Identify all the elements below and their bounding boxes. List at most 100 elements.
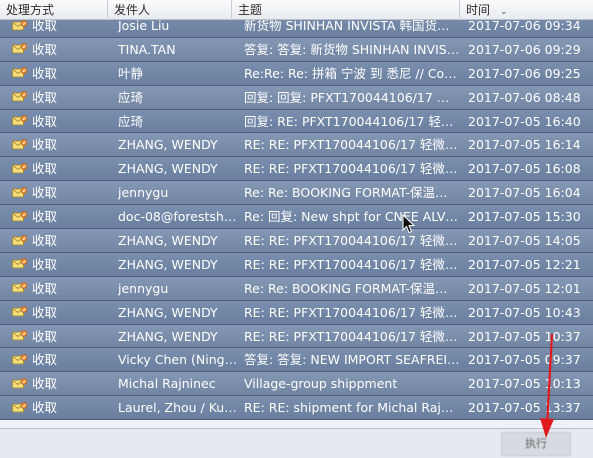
row-action: 收取 <box>32 113 58 129</box>
row-action: 收取 <box>32 400 58 416</box>
table-row[interactable]: 收取 ZHANG, WENDY RE: RE: PFXT170044106/17 轻… <box>0 229 593 253</box>
row-sender: 叶静 <box>118 65 144 81</box>
row-time: 2017-07-05 14:05 <box>468 233 581 249</box>
row-time: 2017-07-05 10:43 <box>468 304 581 320</box>
column-header-action-label: 处理方式 <box>6 3 55 17</box>
mail-receive-icon <box>12 330 27 342</box>
row-action: 收取 <box>32 280 58 296</box>
row-action: 收取 <box>32 41 58 57</box>
row-time: 2017-07-06 09:25 <box>468 65 581 81</box>
row-time: 2017-07-05 16:40 <box>468 113 581 129</box>
table-row[interactable]: 收取 ZHANG, WENDY RE: RE: PFXT170044106/17 轻… <box>0 157 593 182</box>
row-subject: RE: RE: PFXT170044106/17 轻微变形 ... <box>244 256 460 272</box>
table-row[interactable]: 收取 jennygu Re: Re: BOOKING FORMAT-保温杯93...… <box>0 276 593 301</box>
column-header-time[interactable]: 时间 ⌄ <box>460 0 593 20</box>
mail-receive-icon <box>12 43 27 55</box>
row-subject: 回复: RE: PFXT170044106/17 轻微变形... <box>244 113 460 129</box>
row-subject: RE: RE: PFXT170044106/17 轻微变形 ... <box>244 161 460 177</box>
table-row[interactable]: 收取 应琦 回复: RE: PFXT170044106/17 轻微变形... 2017… <box>0 109 593 134</box>
row-action-cell: 收取 <box>12 253 104 276</box>
row-sender: TINA.TAN <box>118 41 176 57</box>
mail-receive-icon <box>12 258 27 270</box>
row-subject: Village-group shippment <box>244 376 398 392</box>
row-subject: Re: 回复: New shpt for CNEE ALVIN ... <box>244 209 460 225</box>
row-subject: RE: RE: PFXT170044106/17 轻微变形 ... <box>244 233 460 249</box>
mail-receive-icon <box>12 354 27 366</box>
table-row[interactable]: 收取 Laurel, Zhou / Kue... RE: RE: shipment … <box>0 396 593 421</box>
table-row[interactable]: 收取 TINA.TAN 答复: 答复: 新货物 SHINHAN INVIST... 2… <box>0 37 593 62</box>
row-subject: 答复: 答复: 新货物 SHINHAN INVIST... <box>244 41 460 57</box>
mail-receive-window: 收取 Josie Liu 新货物 SHINHAN INVISTA 韩国货物 ... 2… <box>0 0 593 458</box>
table-row[interactable]: 收取 ZHANG, WENDY RE: RE: PFXT170044106/17 轻… <box>0 252 593 277</box>
row-action-cell: 收取 <box>12 396 104 419</box>
mail-receive-icon <box>12 210 27 223</box>
table-row[interactable]: 收取 ZHANG, WENDY RE: RE: PFXT170044106/17 轻… <box>0 324 593 349</box>
mail-receive-icon <box>12 19 27 32</box>
row-action: 收取 <box>32 352 58 368</box>
row-subject: 答复: 答复: NEW IMPORT SEAFREIGH... <box>244 352 460 368</box>
footer-bar: 执行 <box>0 428 593 458</box>
row-time: 2017-07-06 09:29 <box>468 41 581 57</box>
row-sender: Laurel, Zhou / Kue... <box>118 400 238 416</box>
execute-button[interactable]: 执行 <box>501 432 571 456</box>
row-action: 收取 <box>32 137 58 153</box>
row-time: 2017-07-05 15:30 <box>468 209 581 225</box>
mail-receive-icon <box>12 163 27 175</box>
table-row[interactable]: 收取 doc-08@forestship... Re: 回复: New shpt f… <box>0 205 593 230</box>
row-subject: RE: RE: PFXT170044106/17 轻微变形 ... <box>244 137 460 153</box>
row-action-cell: 收取 <box>12 348 104 371</box>
row-action-cell: 收取 <box>12 133 104 156</box>
row-time: 2017-07-05 16:08 <box>468 161 581 177</box>
column-header-subject[interactable]: 主题 <box>232 0 460 20</box>
row-subject: RE: RE: PFXT170044106/17 轻微变形 ... <box>244 304 460 320</box>
mail-receive-icon <box>12 234 27 247</box>
table-row[interactable]: 收取 ZHANG, WENDY RE: RE: PFXT170044106/17 轻… <box>0 133 593 158</box>
row-action-cell: 收取 <box>12 62 104 85</box>
row-sender: jennygu <box>118 280 169 296</box>
mail-receive-icon <box>12 115 27 127</box>
column-header-sender[interactable]: 发件人 <box>108 0 232 20</box>
row-time: 2017-07-05 12:01 <box>468 280 581 296</box>
table-row[interactable]: 收取 Michal Rajninec Village-group shippment… <box>0 372 593 397</box>
row-time: 2017-07-05 13:37 <box>468 400 581 416</box>
row-subject: RE: RE: PFXT170044106/17 轻微变形 ... <box>244 328 460 344</box>
row-subject: RE: RE: shipment for Michal Rajninec... <box>244 400 460 416</box>
row-subject: Re: Re: BOOKING FORMAT-保温杯93... <box>244 185 460 201</box>
row-sender: ZHANG, WENDY <box>118 137 218 153</box>
row-time: 2017-07-05 16:04 <box>468 185 581 201</box>
row-action-cell: 收取 <box>12 372 104 395</box>
chevron-down-icon[interactable]: ⌄ <box>500 2 508 20</box>
table-row[interactable]: 收取 jennygu Re: Re: BOOKING FORMAT-保温杯93...… <box>0 181 593 206</box>
row-action-cell: 收取 <box>12 110 104 133</box>
mail-receive-icon <box>12 67 27 79</box>
table-row[interactable]: 收取 Vicky Chen (Ningbo) 答复: 答复: NEW IMPORT … <box>0 348 593 373</box>
row-sender: jennygu <box>118 185 169 201</box>
row-action-cell: 收取 <box>12 86 104 109</box>
mail-receive-icon <box>12 91 27 103</box>
row-action: 收取 <box>32 304 58 320</box>
mail-receive-icon <box>12 139 27 151</box>
mail-receive-icon <box>12 282 27 294</box>
row-sender: ZHANG, WENDY <box>118 304 218 320</box>
column-header-time-label: 时间 <box>466 3 491 17</box>
table-row[interactable]: 收取 叶静 Re:Re: Re: 拼箱 宁波 到 悉尼 // Cons... 2017… <box>0 61 593 86</box>
row-sender: 应琦 <box>118 89 144 105</box>
row-action-cell: 收取 <box>12 157 104 180</box>
mail-receive-icon <box>12 306 27 318</box>
mail-receive-icon <box>12 378 27 390</box>
row-action-cell: 收取 <box>12 181 104 204</box>
mail-receive-icon <box>12 186 27 199</box>
row-action-cell: 收取 <box>12 277 104 300</box>
table-row[interactable]: 收取 ZHANG, WENDY RE: RE: PFXT170044106/17 轻… <box>0 300 593 325</box>
row-sender: Michal Rajninec <box>118 376 216 392</box>
row-time: 2017-07-05 12:21 <box>468 256 581 272</box>
row-action-cell: 收取 <box>12 229 104 252</box>
row-action: 收取 <box>32 65 58 81</box>
row-sender: ZHANG, WENDY <box>118 256 218 272</box>
table-row[interactable]: 收取 应琦 回复: 回复: PFXT170044106/17 轻微变... 2017-… <box>0 85 593 110</box>
row-time: 2017-07-05 10:13 <box>468 376 581 392</box>
row-time: 2017-07-06 08:48 <box>468 89 581 105</box>
column-header-action[interactable]: 处理方式 <box>0 0 108 20</box>
row-action: 收取 <box>32 185 58 201</box>
row-action: 收取 <box>32 161 58 177</box>
